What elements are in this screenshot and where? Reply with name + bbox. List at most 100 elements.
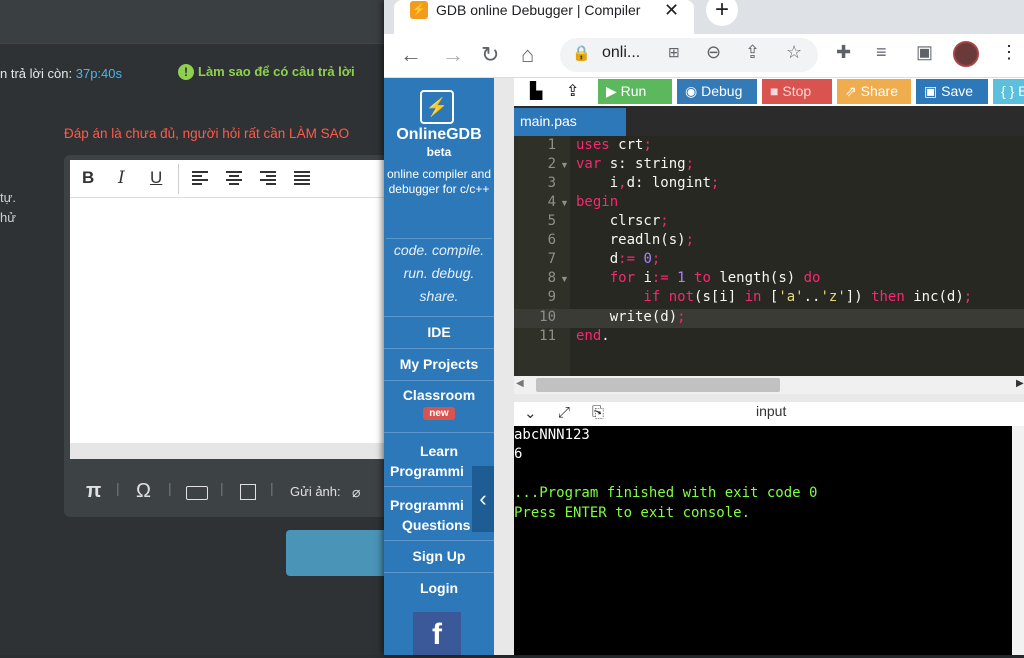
side-panel-icon[interactable]: ▣ xyxy=(916,42,933,63)
upload-file-icon[interactable]: ⇪ xyxy=(566,81,579,101)
save-button[interactable]: ▣ Save xyxy=(916,79,988,104)
forward-icon[interactable]: → xyxy=(442,42,464,68)
brand-name: OnlineGDB xyxy=(396,126,482,143)
submit-answer-button[interactable] xyxy=(286,530,396,576)
upload-label[interactable]: Gửi ảnh: xyxy=(290,484,341,499)
new-file-icon[interactable]: ▙ xyxy=(530,81,542,101)
paperclip-icon[interactable]: ⌀ xyxy=(352,484,360,501)
code-line-2: var s: string; xyxy=(576,156,695,172)
line-number: 11 xyxy=(539,328,556,344)
home-icon[interactable]: ⌂ xyxy=(521,42,534,68)
bookmark-star-icon[interactable]: ☆ xyxy=(786,42,802,63)
align-left-icon[interactable] xyxy=(192,170,210,186)
timer-value: 37p:40s xyxy=(75,66,122,81)
gdb-logo-icon[interactable]: ⚡ xyxy=(420,90,454,124)
sidebar-item-classroom[interactable]: Classroom new xyxy=(384,380,494,432)
stop-button[interactable]: ■ Stop xyxy=(762,79,832,104)
sidebar-item-label: Learn xyxy=(419,443,459,459)
underline-button[interactable]: U xyxy=(150,168,162,188)
omnibox[interactable] xyxy=(560,38,818,72)
fold-arrow-icon[interactable]: ▼ xyxy=(560,160,569,170)
beautify-label: { } B xyxy=(1001,83,1024,99)
howto-text: Làm sao để có câu trả lời xyxy=(198,64,355,79)
collapse-sidebar-icon[interactable]: ‹ xyxy=(472,466,494,532)
console-status-line: Press ENTER to exit console. xyxy=(514,505,751,521)
howto-link[interactable]: ! Làm sao để có câu trả lời xyxy=(178,64,355,80)
tools-divider: | xyxy=(270,480,274,496)
io-divider[interactable] xyxy=(514,394,1024,402)
code-line-4: begin xyxy=(576,194,619,210)
motto-line-3: share. xyxy=(419,288,459,304)
kebab-menu-icon[interactable]: ⋮ xyxy=(1000,42,1018,63)
expand-icon[interactable]: ⤢ xyxy=(558,404,570,421)
new-badge: new xyxy=(423,407,455,420)
translate-icon[interactable]: ⊞ xyxy=(668,44,680,61)
sidebar-item-label: IDE xyxy=(427,324,451,340)
fold-arrow-icon[interactable]: ▼ xyxy=(560,198,569,208)
sidebar-item-ide[interactable]: IDE xyxy=(384,316,494,348)
url-text[interactable]: onli... xyxy=(602,44,640,62)
tab-close-icon[interactable]: ✕ xyxy=(664,0,679,21)
profile-avatar[interactable] xyxy=(953,41,979,67)
zoom-icon[interactable]: ⊖ xyxy=(706,42,721,63)
motto-line-1: code. compile. xyxy=(393,242,485,258)
timer-label: n trả lời còn: xyxy=(0,66,73,81)
italic-button[interactable]: I xyxy=(118,168,125,188)
omega-button[interactable]: Ω xyxy=(136,480,151,503)
reload-icon[interactable]: ↻ xyxy=(481,42,499,68)
motto-line-2: run. debug. xyxy=(403,265,475,281)
bold-button[interactable]: B xyxy=(82,168,94,188)
line-number: 3 xyxy=(547,175,556,191)
stop-label: Stop xyxy=(782,83,812,99)
align-justify-icon[interactable] xyxy=(294,170,312,186)
scroll-left-icon[interactable]: ◀ xyxy=(516,378,524,389)
save-label: Save xyxy=(941,83,974,99)
sidebar-item-label: My Projects xyxy=(399,356,479,372)
facebook-icon[interactable]: f xyxy=(413,612,461,655)
align-right-icon[interactable] xyxy=(260,170,278,186)
beautify-button[interactable]: { } B xyxy=(993,79,1024,104)
editor-toolbar: B I U xyxy=(70,160,390,198)
debug-label: Debug xyxy=(701,83,743,99)
console-scrollbar[interactable] xyxy=(1012,426,1024,655)
drawing-icon[interactable] xyxy=(240,484,256,500)
media-control-icon[interactable]: ≡ xyxy=(876,42,887,63)
pi-button[interactable]: π xyxy=(86,480,101,503)
toolbar-divider xyxy=(178,164,179,194)
sidebar-item-login[interactable]: Login xyxy=(384,572,494,604)
tools-divider: | xyxy=(220,480,224,496)
chevron-down-icon[interactable]: ⌄ xyxy=(524,404,537,422)
output-console[interactable] xyxy=(514,426,1012,655)
tab-title: GDB online Debugger | Compiler xyxy=(436,2,641,18)
scroll-right-icon[interactable]: ▶ xyxy=(1016,378,1024,389)
motto: code. compile. run. debug. share. xyxy=(386,238,492,308)
back-icon[interactable]: ← xyxy=(400,42,422,68)
equation-icon[interactable] xyxy=(186,486,208,500)
share-button[interactable]: ⇗ Share xyxy=(837,79,911,104)
sidebar-item-label: Login xyxy=(419,580,459,596)
console-line: 6 xyxy=(514,446,523,462)
fold-arrow-icon[interactable]: ▼ xyxy=(560,274,569,284)
line-number: 4 xyxy=(547,194,556,210)
file-tab-main-pas[interactable]: main.pas xyxy=(514,108,626,136)
side-text-1: tự. xyxy=(0,190,16,205)
line-number: 1 xyxy=(547,137,556,153)
background-header xyxy=(0,0,390,44)
debug-button[interactable]: ◉ Debug xyxy=(677,79,757,104)
sidebar-item-sign-up[interactable]: Sign Up xyxy=(384,540,494,572)
line-number: 6 xyxy=(547,232,556,248)
align-center-icon[interactable] xyxy=(226,170,244,186)
extensions-icon[interactable]: ✚ xyxy=(836,42,851,63)
share-page-icon[interactable]: ⇪ xyxy=(745,42,760,63)
run-label: Run xyxy=(620,83,647,99)
sidebar-item-my-projects[interactable]: My Projects xyxy=(384,348,494,380)
line-number: 10 xyxy=(539,309,556,325)
run-button[interactable]: ▶ Run xyxy=(598,79,672,104)
code-line-5: clrscr; xyxy=(576,213,669,229)
copy-icon[interactable]: ⎘ xyxy=(592,404,604,421)
console-line: abcNNN123 xyxy=(514,427,590,443)
lock-icon[interactable]: 🔒 xyxy=(572,44,591,62)
line-number: 5 xyxy=(547,213,556,229)
answer-text-area[interactable] xyxy=(70,198,390,443)
horizontal-scroll-thumb[interactable] xyxy=(536,378,780,392)
